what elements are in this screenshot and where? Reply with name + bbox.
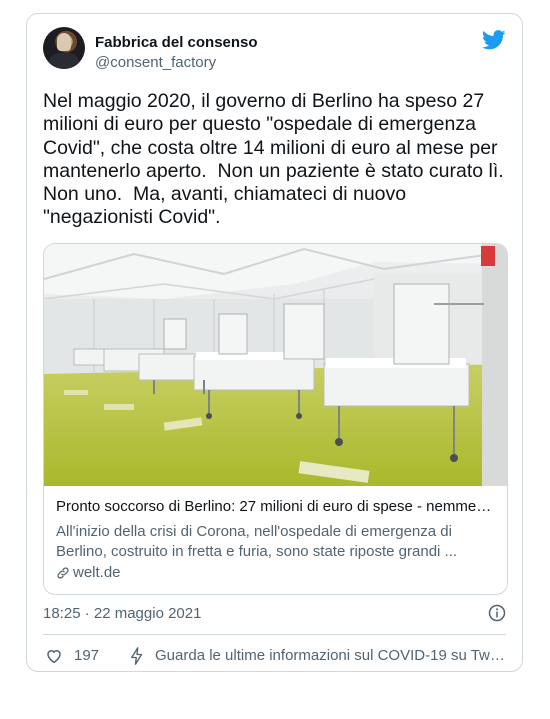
author-avatar[interactable] [43,27,85,69]
author-handle[interactable]: @consent_factory [95,54,216,71]
link-preview-title[interactable]: Pronto soccorso di Berlino: 27 milioni d… [56,498,496,518]
author-name[interactable]: Fabbrica del consenso [95,34,258,51]
heart-icon[interactable] [45,647,63,665]
info-icon[interactable] [488,604,506,622]
link-preview-image [44,244,507,486]
tweet-timestamp[interactable]: 18:25 · 22 maggio 2021 [43,605,201,622]
link-preview-card[interactable]: Pronto soccorso di Berlino: 27 milioni d… [43,243,508,595]
tweet-card: Fabbrica del consenso @consent_factory N… [26,13,523,672]
link-preview-description: All'inizio della crisi di Corona, nell'o… [56,523,458,560]
avatar-face-mask [57,33,71,51]
covid-info-link[interactable]: Guarda le ultime informazioni sul COVID-… [155,647,508,664]
tweet-text: Nel maggio 2020, il governo di Berlino h… [43,90,515,229]
actions-divider [43,634,506,635]
lightning-icon [131,647,143,665]
link-preview-domain-row[interactable]: welt.de [56,564,496,581]
avatar-figure [49,53,79,69]
link-icon [57,566,69,579]
link-preview-domain: welt.de [73,564,121,581]
tweet-actions-bar: 197 Guarda le ultime informazioni sul CO… [43,646,508,666]
like-count[interactable]: 197 [74,647,99,664]
twitter-bird-icon[interactable] [482,30,506,50]
